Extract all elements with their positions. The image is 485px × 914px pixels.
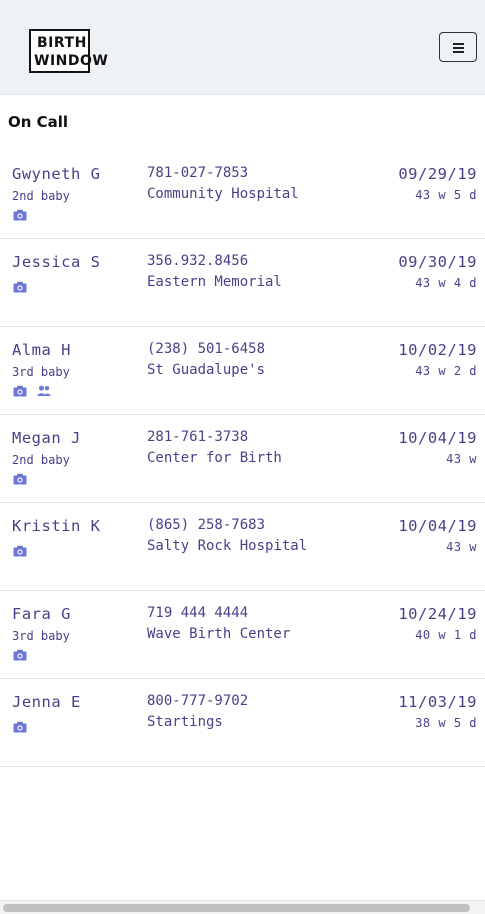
client-row[interactable]: Jenna E 800-777-9702 Startings 11/03/19 38 w…	[0, 679, 485, 767]
client-row[interactable]: Jessica S 356.932.8456 Eastern Memorial 09/…	[0, 239, 485, 327]
gestational-age: 43 w	[446, 452, 477, 466]
logo-line-2: WINDOW	[34, 53, 109, 69]
gestational-age: 43 w 4 d	[415, 276, 477, 290]
horizontal-scrollbar[interactable]	[0, 900, 485, 914]
camera-icon[interactable]	[13, 473, 27, 485]
client-icons	[13, 281, 27, 293]
camera-icon[interactable]	[13, 649, 27, 661]
client-birth-place: Salty Rock Hospital	[147, 538, 308, 554]
client-phone[interactable]: 800-777-9702	[147, 693, 248, 709]
scrollbar-thumb[interactable]	[3, 904, 470, 912]
client-phone[interactable]: (238) 501-6458	[147, 341, 265, 357]
client-birth-place: Center for Birth	[147, 450, 282, 466]
baby-count: 2nd baby	[12, 189, 70, 203]
client-phone[interactable]: 281-761-3738	[147, 429, 248, 445]
client-phone[interactable]: 781-027-7853	[147, 165, 248, 181]
page-title: On Call	[8, 113, 69, 131]
client-row[interactable]: Megan J 2nd baby 281-761-3738 Center for Bi…	[0, 415, 485, 503]
client-name[interactable]: Jessica S	[12, 253, 101, 271]
client-name[interactable]: Kristin K	[12, 517, 101, 535]
client-row[interactable]: Gwyneth G 2nd baby 781-027-7853 Community H…	[0, 151, 485, 239]
gestational-age: 38 w 5 d	[415, 716, 477, 730]
due-date: 10/04/19	[398, 517, 477, 535]
due-date: 09/29/19	[398, 165, 477, 183]
due-date: 10/24/19	[398, 605, 477, 623]
client-birth-place: St Guadalupe's	[147, 362, 266, 378]
camera-icon[interactable]	[13, 209, 27, 221]
gestational-age: 43 w 2 d	[415, 364, 477, 378]
client-name[interactable]: Gwyneth G	[12, 165, 101, 183]
due-date: 09/30/19	[398, 253, 477, 271]
gestational-age: 40 w 1 d	[415, 628, 477, 642]
client-phone[interactable]: 356.932.8456	[147, 253, 248, 269]
due-date: 10/02/19	[398, 341, 477, 359]
client-row[interactable]: Kristin K (865) 258-7683 Salty Rock Hospit…	[0, 503, 485, 591]
baby-count: 2nd baby	[12, 453, 70, 467]
client-phone[interactable]: 719 444 4444	[147, 605, 248, 621]
client-row[interactable]: Alma H 3rd baby (238) 501-6458 St Guadalupe…	[0, 327, 485, 415]
baby-count: 3rd baby	[12, 365, 70, 379]
baby-count: 3rd baby	[12, 629, 70, 643]
birth-window-logo[interactable]: BIRTH WINDOW	[29, 29, 108, 73]
client-row[interactable]: Fara G 3rd baby 719 444 4444 Wave Birth Cen…	[0, 591, 485, 679]
client-birth-place: Wave Birth Center	[147, 626, 291, 642]
camera-icon[interactable]	[13, 385, 27, 397]
camera-icon[interactable]	[13, 281, 27, 293]
client-name[interactable]: Fara G	[12, 605, 71, 623]
client-phone[interactable]: (865) 258-7683	[147, 517, 265, 533]
camera-icon[interactable]	[13, 545, 27, 557]
client-name[interactable]: Alma H	[12, 341, 71, 359]
client-birth-place: Eastern Memorial	[147, 274, 282, 290]
client-icons	[13, 649, 27, 661]
client-name[interactable]: Jenna E	[12, 693, 81, 711]
client-birth-place: Community Hospital	[147, 186, 299, 202]
client-icons	[13, 385, 51, 397]
gestational-age: 43 w 5 d	[415, 188, 477, 202]
client-icons	[13, 545, 27, 557]
client-icons	[13, 209, 27, 221]
client-icons	[13, 721, 27, 733]
client-name[interactable]: Megan J	[12, 429, 81, 447]
logo-line-1: BIRTH	[37, 35, 87, 51]
users-icon[interactable]	[37, 385, 51, 397]
top-navbar: BIRTH WINDOW	[0, 0, 485, 95]
hamburger-menu-button[interactable]	[439, 32, 477, 62]
client-icons	[13, 473, 27, 485]
camera-icon[interactable]	[13, 721, 27, 733]
gestational-age: 43 w	[446, 540, 477, 554]
due-date: 11/03/19	[398, 693, 477, 711]
due-date: 10/04/19	[398, 429, 477, 447]
client-birth-place: Startings	[147, 714, 223, 730]
